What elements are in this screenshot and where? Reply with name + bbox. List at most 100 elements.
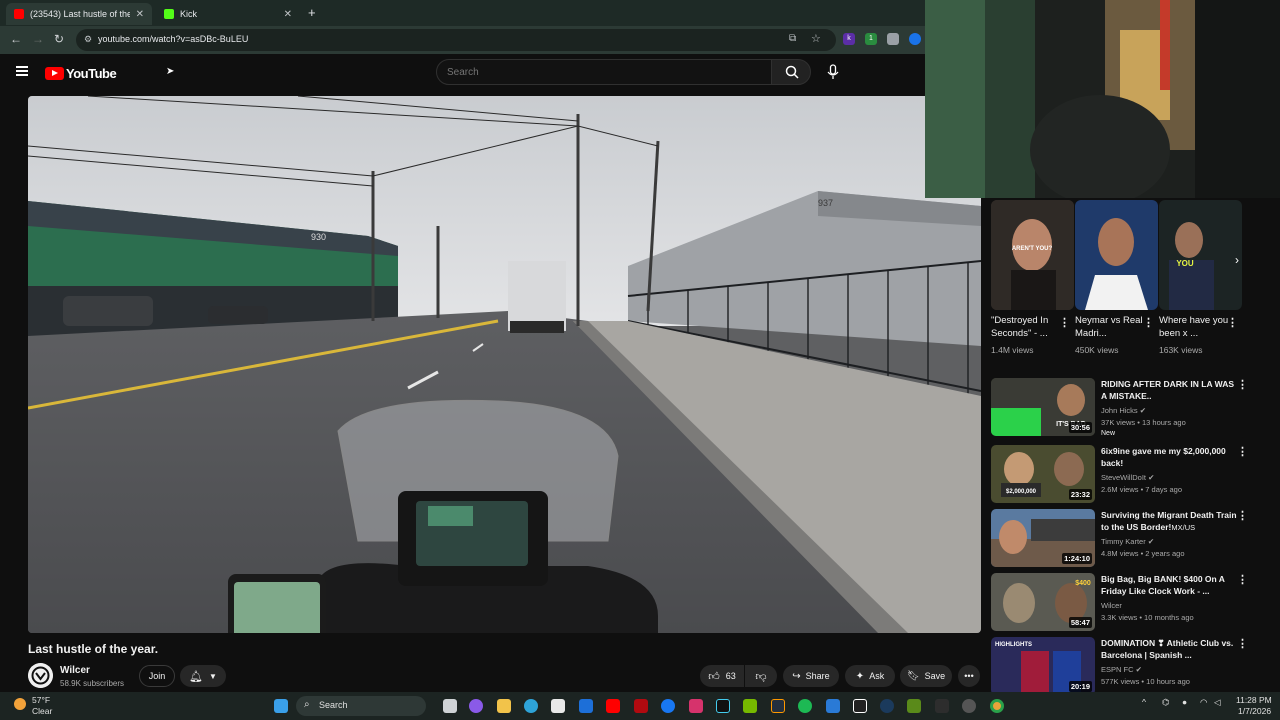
video-title[interactable]: DOMINATION ❣ Athletic Club vs. Barcelona…	[1101, 637, 1241, 661]
subscribed-notification-button[interactable]: 🔔︎ ▼	[180, 665, 226, 687]
close-tab-icon[interactable]: ✕	[284, 9, 292, 20]
task-view-icon[interactable]	[443, 699, 457, 713]
video-title[interactable]: Big Bag, Big BANK! $400 On A Friday Like…	[1101, 573, 1241, 597]
shorts-next-arrow-icon[interactable]: ›	[1235, 253, 1239, 267]
dislike-button[interactable]: 👎︎	[745, 665, 777, 687]
short-thumbnail[interactable]: YOU	[1159, 200, 1242, 310]
chrome-icon[interactable]	[990, 699, 1004, 713]
more-options-icon[interactable]: ⋮	[1237, 637, 1248, 650]
taskbar-date[interactable]: 1/7/2026	[1238, 706, 1271, 716]
short-title[interactable]: "Destroyed In Seconds" - ...	[991, 314, 1063, 340]
file-explorer-icon[interactable]	[497, 699, 511, 713]
extension-blue-icon[interactable]	[909, 33, 921, 45]
video-thumbnail[interactable]: HIGHLIGHTS 20:19	[991, 637, 1095, 694]
wifi-icon[interactable]: ◠	[1200, 697, 1207, 708]
list-item[interactable]: IT'S BAD 30:56 RIDING AFTER DARK IN LA W…	[991, 378, 1276, 438]
copilot-icon[interactable]	[469, 699, 483, 713]
video-thumbnail[interactable]: $2,000,000 23:32	[991, 445, 1095, 503]
install-app-icon[interactable]: ⧉	[789, 33, 796, 44]
extension-kick-icon[interactable]: k	[843, 33, 855, 45]
forward-icon[interactable]: →	[32, 32, 44, 46]
more-options-icon[interactable]: ⋮	[1237, 573, 1248, 586]
webcam-image	[925, 0, 1280, 198]
youtube-logo[interactable]: YouTube	[45, 66, 117, 81]
reload-icon[interactable]: ↻	[54, 32, 64, 46]
channel-name[interactable]: John Hicks ✔	[1101, 406, 1146, 415]
channel-name[interactable]: SteveWillDoIt ✔	[1101, 473, 1154, 482]
address-bar[interactable]: ⚙ youtube.com/watch?v=asDBc-BuLEU ⧉ ☆	[76, 29, 836, 51]
taskbar-time[interactable]: 11:28 PM	[1236, 695, 1272, 705]
microphone-tray-icon[interactable]: ●	[1182, 697, 1187, 707]
walmart-icon[interactable]	[826, 699, 840, 713]
short-title[interactable]: Neymar vs Real Madri...	[1075, 314, 1147, 340]
browser-toolbar: ← → ↻ ⚙ youtube.com/watch?v=asDBc-BuLEU …	[0, 26, 925, 54]
video-player[interactable]: 930 937	[28, 96, 981, 633]
youtube-app-icon[interactable]	[606, 699, 620, 713]
channel-name[interactable]: Timmy Karter ✔	[1101, 537, 1154, 546]
edge-icon[interactable]	[524, 699, 538, 713]
menu-icon[interactable]	[16, 66, 28, 76]
more-options-icon[interactable]: ⋮	[1237, 378, 1248, 391]
tab-kick[interactable]: Kick ✕	[156, 3, 300, 25]
channel-name[interactable]: Wilcer	[1101, 601, 1122, 610]
steam-icon[interactable]	[880, 699, 894, 713]
ask-button[interactable]: ✦ Ask	[845, 665, 895, 687]
outlook-icon[interactable]	[579, 699, 593, 713]
network-icon[interactable]: ⌬	[1162, 697, 1169, 708]
channel-name[interactable]: Wilcer	[60, 665, 90, 676]
microphone-icon[interactable]	[824, 63, 842, 81]
like-button[interactable]: 👍︎ 63	[700, 665, 744, 687]
capcut-icon[interactable]	[853, 699, 867, 713]
search-input[interactable]	[447, 67, 747, 78]
more-options-icon[interactable]: ⋮	[1059, 316, 1070, 329]
channel-name[interactable]: ESPN FC ✔	[1101, 665, 1142, 674]
more-actions-button[interactable]: •••	[958, 665, 980, 687]
save-button[interactable]: 🔖︎ Save	[900, 665, 952, 687]
nvidia-app-icon[interactable]	[907, 699, 921, 713]
list-item[interactable]: $400 58:47 Big Bag, Big BANK! $400 On A …	[991, 573, 1276, 633]
join-button[interactable]: Join	[139, 665, 175, 687]
new-tab-icon[interactable]: +	[308, 5, 316, 20]
windows-start-icon[interactable]	[274, 699, 288, 713]
more-options-icon[interactable]: ⋮	[1143, 316, 1154, 329]
extension-stats-icon[interactable]: 1	[865, 33, 877, 45]
store-icon[interactable]	[551, 699, 565, 713]
short-thumbnail[interactable]: AREN'T YOU?	[991, 200, 1074, 310]
close-tab-icon[interactable]: ✕	[136, 9, 144, 20]
search-button[interactable]	[771, 59, 811, 85]
search-box[interactable]	[436, 59, 772, 85]
video-title[interactable]: RIDING AFTER DARK IN LA WAS A MISTAKE..	[1101, 378, 1241, 402]
more-options-icon[interactable]: ⋮	[1237, 509, 1248, 522]
bookmark-star-icon[interactable]: ☆	[811, 32, 821, 45]
video-title[interactable]: 6ix9ine gave me my $2,000,000 back!	[1101, 445, 1241, 469]
short-title[interactable]: Where have you been x ...	[1159, 314, 1231, 340]
list-item[interactable]: 1:24:10 Surviving the Migrant Death Trai…	[991, 509, 1276, 569]
list-item[interactable]: HIGHLIGHTS 20:19 DOMINATION ❣ Athletic C…	[991, 637, 1276, 694]
tab-youtube[interactable]: (23543) Last hustle of the year. ✕	[6, 3, 152, 25]
netflix-icon[interactable]	[634, 699, 648, 713]
facebook-icon[interactable]	[661, 699, 675, 713]
video-thumbnail[interactable]: $400 58:47	[991, 573, 1095, 631]
epic-games-icon[interactable]	[935, 699, 949, 713]
instagram-icon[interactable]	[689, 699, 703, 713]
more-options-icon[interactable]: ⋮	[1227, 316, 1238, 329]
video-thumbnail[interactable]: IT'S BAD 30:56	[991, 378, 1095, 436]
volume-icon[interactable]: ◁	[1214, 697, 1221, 708]
share-button[interactable]: ↪ Share	[783, 665, 839, 687]
channel-avatar[interactable]	[28, 663, 53, 688]
tray-overflow-icon[interactable]: ^	[1142, 697, 1146, 707]
spotify-icon[interactable]	[798, 699, 812, 713]
more-options-icon[interactable]: ⋮	[1237, 445, 1248, 458]
video-thumbnail[interactable]: 1:24:10	[991, 509, 1095, 567]
taskbar-search[interactable]: ⌕ Search	[296, 696, 426, 716]
nvidia-icon[interactable]	[743, 699, 757, 713]
settings-gear-icon[interactable]	[962, 699, 976, 713]
list-item[interactable]: $2,000,000 23:32 6ix9ine gave me my $2,0…	[991, 445, 1276, 505]
short-thumbnail[interactable]	[1075, 200, 1158, 310]
back-icon[interactable]: ←	[10, 32, 22, 46]
amazon-icon[interactable]	[771, 699, 785, 713]
video-title[interactable]: Surviving the Migrant Death Train to the…	[1101, 509, 1241, 534]
extension-puzzle-icon[interactable]	[887, 33, 899, 45]
tiktok-icon[interactable]	[716, 699, 730, 713]
site-info-icon[interactable]: ⚙	[84, 34, 92, 45]
